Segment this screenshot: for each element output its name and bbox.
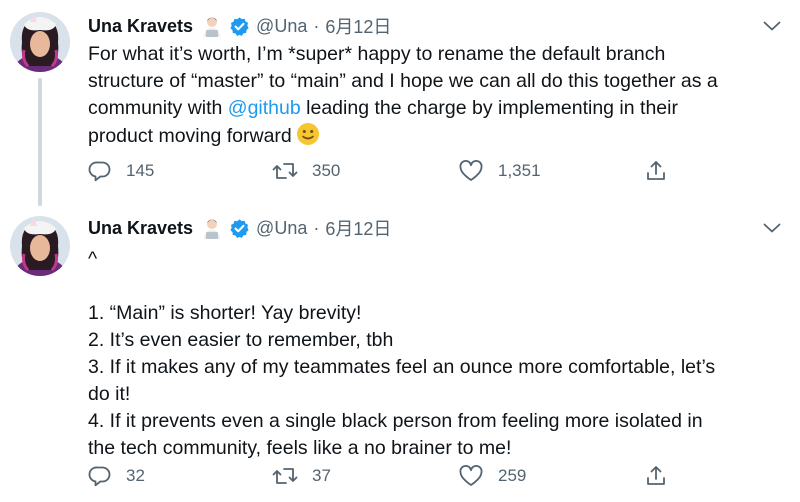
like-button[interactable]: 1,351 [458,159,541,183]
tweet-text-segment: community with [88,97,228,119]
reply-count: 32 [126,466,145,485]
tweet-text-line: 1. “Main” is shorter! Yay brevity! [88,302,362,324]
tweet-text-line: do it! [88,383,131,405]
retweet-button[interactable]: 350 [272,159,340,183]
tweet-actions: 145 350 1,351 [88,159,688,185]
heart-icon [459,464,483,486]
tweet-text-segment: leading the charge by implementing in th… [300,97,678,119]
author-handle[interactable]: @Una [256,218,307,239]
share-button[interactable] [644,464,668,488]
tweet-header: Una Kravets @Una · 6月12日 [88,13,391,39]
reply-button[interactable]: 145 [88,159,154,183]
tweet-text-line: 2. It’s even easier to remember, tbh [88,329,394,351]
reply-button[interactable]: 32 [88,464,145,488]
tweet-date[interactable]: 6月12日 [325,13,391,39]
thread-connector-line [38,78,42,206]
author-name[interactable]: Una Kravets [88,16,193,37]
retweet-count: 350 [312,161,341,180]
reply-count: 145 [126,161,155,180]
tweet-text: ^ 1. “Main” is shorter! Yay brevity! 2. … [88,246,788,462]
tweet-text-line: product moving forward [88,122,788,154]
chevron-down-icon[interactable] [762,218,782,238]
author-handle[interactable]: @Una [256,16,307,37]
retweet-count: 37 [312,466,331,485]
tweet-text: For what it’s worth, I’m *super* happy t… [88,41,788,154]
verified-badge-icon [229,16,250,37]
share-icon [647,466,665,485]
verified-badge-icon [229,218,250,239]
tweet-text-line: the tech community, feels like a no brai… [88,437,512,459]
tweet-header: Una Kravets @Una · 6月12日 [88,215,391,241]
retweet-icon [272,163,298,179]
tweet-text-line: structure of “master” to “main” and I ho… [88,70,718,92]
reply-icon [88,466,111,487]
tweet-text-line: community with @github leading the charg… [88,95,788,122]
like-count: 1,351 [498,161,541,180]
tweet[interactable]: Una Kravets @Una · 6月12日 For what it’s w… [0,0,800,208]
author-name[interactable]: Una Kravets [88,218,193,239]
slightly-smiling-face-emoji [296,122,320,154]
like-button[interactable]: 259 [458,464,526,488]
reply-icon [88,161,111,182]
retweet-button[interactable]: 37 [272,464,331,488]
separator-dot: · [313,217,320,238]
tweet-text-segment: product moving forward [88,125,292,147]
tweet[interactable]: Una Kravets @Una · 6月12日 ^ 1. “Main” is … [0,208,800,502]
share-icon [647,161,665,180]
avatar[interactable] [10,12,70,72]
tweet-text-line: ^ [88,248,98,270]
avatar[interactable] [10,216,70,276]
tweet-text-line: For what it’s worth, I’m *super* happy t… [88,43,666,65]
woman-technologist-emoji [200,217,224,239]
chevron-down-icon[interactable] [762,16,782,36]
mention-link[interactable]: @github [228,97,301,119]
separator-dot: · [313,15,320,36]
retweet-icon [272,468,298,484]
woman-technologist-emoji [200,15,224,37]
share-button[interactable] [644,159,668,183]
tweet-text-line [88,273,788,300]
tweet-date[interactable]: 6月12日 [325,215,391,241]
tweet-text-line: 3. If it makes any of my teammates feel … [88,356,716,378]
tweet-text-line: 4. If it prevents even a single black pe… [88,410,703,432]
like-count: 259 [498,466,527,485]
tweet-actions: 32 37 259 [88,464,688,490]
heart-icon [459,159,483,181]
